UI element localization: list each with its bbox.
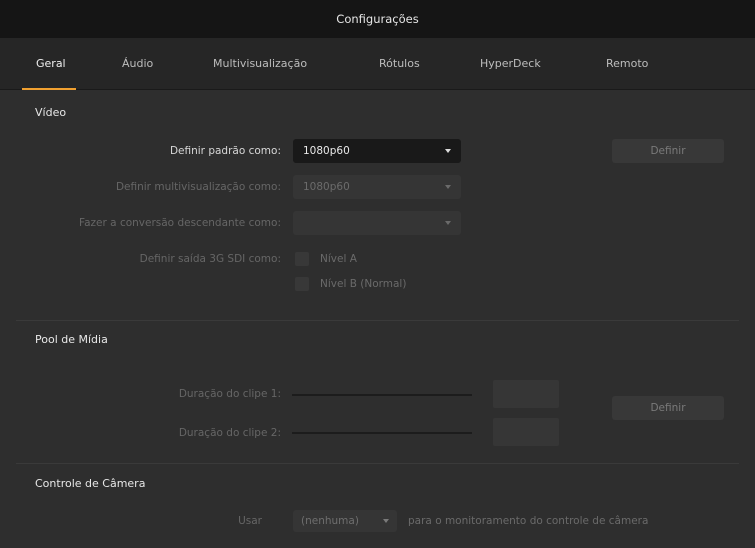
use-label: Usar xyxy=(238,515,262,527)
set-media-pool-button[interactable]: Definir xyxy=(612,396,724,420)
window-title: Configurações xyxy=(336,12,419,26)
clip1-duration-slider[interactable] xyxy=(292,394,472,396)
clip1-duration-label: Duração do clipe 1: xyxy=(178,388,281,400)
clip2-duration-field[interactable] xyxy=(493,418,559,446)
set-video-standard-button[interactable]: Definir xyxy=(612,139,724,163)
tab-hyperdeck[interactable]: HyperDeck xyxy=(480,57,541,70)
sdi-output-label: Definir saída 3G SDI como: xyxy=(139,253,281,265)
tab-divider xyxy=(0,89,755,90)
camera-control-suffix: para o monitoramento do controle de câme… xyxy=(408,515,649,527)
standard-label: Definir padrão como: xyxy=(169,145,281,157)
camera-control-section-title: Controle de Câmera xyxy=(35,477,146,490)
clip1-duration-field[interactable] xyxy=(493,380,559,408)
video-standard-value: 1080p60 xyxy=(303,145,350,157)
chevron-down-icon xyxy=(445,149,451,153)
video-section-title: Vídeo xyxy=(35,106,67,119)
chevron-down-icon xyxy=(445,221,451,225)
active-tab-indicator xyxy=(22,88,76,90)
title-bar: Configurações xyxy=(0,0,755,38)
level-b-label: Nível B (Normal) xyxy=(320,278,407,290)
section-divider xyxy=(16,463,739,464)
level-b-checkbox[interactable] xyxy=(295,277,309,291)
tab-multiview[interactable]: Multivisualização xyxy=(213,57,307,70)
multiview-label: Definir multivisualização como: xyxy=(115,181,281,193)
chevron-down-icon xyxy=(383,519,389,523)
video-standard-dropdown[interactable]: 1080p60 xyxy=(293,139,461,163)
clip2-duration-slider[interactable] xyxy=(292,432,472,434)
multiview-dropdown[interactable]: 1080p60 xyxy=(293,175,461,199)
chevron-down-icon xyxy=(445,185,451,189)
settings-window: Configurações Geral Áudio Multivisualiza… xyxy=(0,0,755,548)
downconvert-dropdown[interactable] xyxy=(293,211,461,235)
tab-audio[interactable]: Áudio xyxy=(122,57,153,70)
clip2-duration-label: Duração do clipe 2: xyxy=(178,427,281,439)
tab-bar: Geral Áudio Multivisualização Rótulos Hy… xyxy=(0,38,755,90)
tab-remote[interactable]: Remoto xyxy=(606,57,648,70)
level-a-label: Nível A xyxy=(320,253,357,265)
multiview-value: 1080p60 xyxy=(303,181,350,193)
tab-geral[interactable]: Geral xyxy=(36,57,66,70)
media-pool-section-title: Pool de Mídia xyxy=(35,333,108,346)
camera-control-source-value: (nenhuma) xyxy=(301,515,359,527)
downconvert-label: Fazer a conversão descendante como: xyxy=(79,217,281,229)
level-a-checkbox[interactable] xyxy=(295,252,309,266)
section-divider xyxy=(16,320,739,321)
tab-labels[interactable]: Rótulos xyxy=(379,57,420,70)
camera-control-source-dropdown[interactable]: (nenhuma) xyxy=(293,510,397,532)
